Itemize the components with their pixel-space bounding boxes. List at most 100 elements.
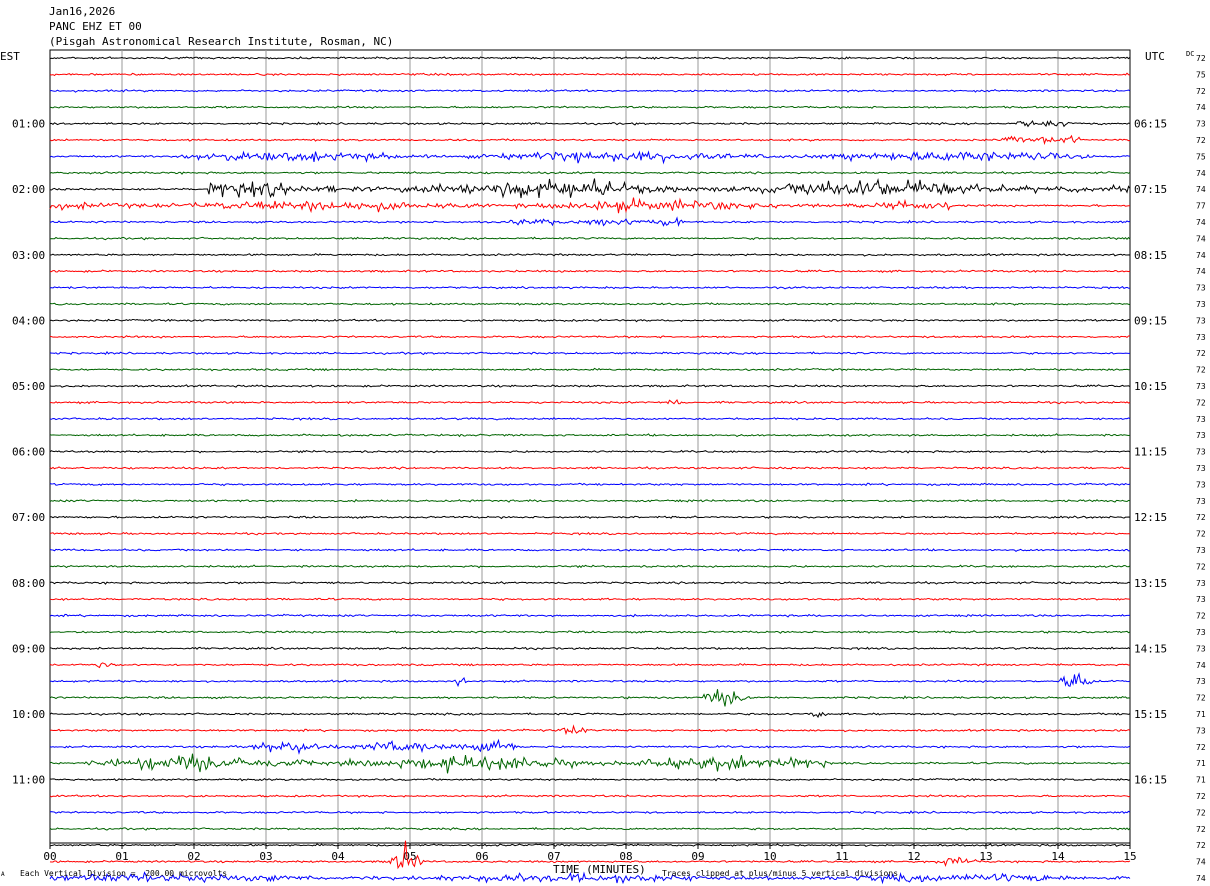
- seismic-trace: [49, 88, 1131, 93]
- dc-offset-label: 72: [1196, 530, 1206, 539]
- seismic-trace: [49, 810, 1131, 815]
- dc-offset-label: 73: [1196, 595, 1206, 604]
- seismic-trace: [49, 416, 1131, 421]
- seismic-trace: [49, 515, 1131, 520]
- dc-offset-label: 73: [1196, 316, 1206, 325]
- dc-offset-label: 75: [1196, 152, 1206, 161]
- seismic-trace: [49, 672, 1131, 688]
- helicorder-chart: 00 01 02 03 04 05 06 07 08 09 10 11 12 13 14 1572757274…: [12, 49, 1206, 885]
- dc-offset-label: 74: [1196, 234, 1206, 243]
- dc-offset-label: 72: [1196, 825, 1206, 834]
- x-axis-title: TIME (MINUTES): [553, 863, 646, 876]
- seismic-trace: [49, 711, 1131, 719]
- dc-offset-label: 72: [1196, 841, 1206, 850]
- dc-offset-label: 72: [1196, 562, 1206, 571]
- est-hour-label: 07:00: [12, 511, 45, 524]
- dc-offset-label: 73: [1196, 333, 1206, 342]
- seismic-trace: [49, 105, 1131, 110]
- seismic-trace: [49, 580, 1131, 585]
- seismic-trace: [49, 753, 1131, 774]
- dc-offset-label: 74: [1196, 218, 1206, 227]
- clip-note: Traces clipped at plus/minus 5 vertical …: [662, 869, 899, 878]
- seismic-trace: [49, 72, 1131, 77]
- seismic-trace: [49, 689, 1131, 707]
- seismic-trace: [49, 613, 1131, 618]
- dc-offset-label: 73: [1196, 415, 1206, 424]
- seismic-trace: [49, 318, 1131, 323]
- dc-offset-label: 72: [1196, 513, 1206, 522]
- dc-offset-label: 71: [1196, 759, 1206, 768]
- dc-offset-label: 72: [1196, 792, 1206, 801]
- dc-offset-label: 74: [1196, 169, 1206, 178]
- dc-offset-label: 71: [1196, 776, 1206, 785]
- dc-offset-label: 72: [1196, 694, 1206, 703]
- est-hour-label: 01:00: [12, 118, 45, 131]
- seismic-trace: [49, 564, 1131, 569]
- corner-mark: A: [1, 871, 5, 878]
- scale-note: Each Vertical Division = 200.00 microvol…: [20, 869, 228, 878]
- seismic-trace: [49, 269, 1131, 274]
- seismic-trace: [49, 738, 1131, 755]
- seismic-trace: [49, 236, 1131, 241]
- utc-hour-label: 15:15: [1134, 708, 1167, 721]
- utc-hour-label: 11:15: [1134, 446, 1167, 459]
- est-hour-label: 03:00: [12, 249, 45, 262]
- dc-offset-label: 73: [1196, 579, 1206, 588]
- est-hour-label: 04:00: [12, 314, 45, 327]
- seismic-trace: [49, 777, 1131, 782]
- dc-offset-label: 73: [1196, 677, 1206, 686]
- utc-hour-label: 10:15: [1134, 380, 1167, 393]
- x-tick-label: 04: [331, 850, 345, 863]
- dc-offset-label: 72: [1196, 366, 1206, 375]
- dc-offset-label: 74: [1196, 103, 1206, 112]
- dc-offset-label: 73: [1196, 644, 1206, 653]
- utc-hour-label: 06:15: [1134, 118, 1167, 131]
- dc-offset-label: 72: [1196, 612, 1206, 621]
- utc-hour-label: 16:15: [1134, 774, 1167, 787]
- dc-offset-label: 72: [1196, 54, 1206, 63]
- dc-offset-label: 77: [1196, 202, 1206, 211]
- seismic-trace: [49, 597, 1131, 602]
- seismic-trace: [49, 843, 1131, 847]
- utc-hour-label: 09:15: [1134, 314, 1167, 327]
- seismic-trace: [49, 170, 1131, 175]
- dc-offset-label: 74: [1196, 185, 1206, 194]
- dc-offset-label: 74: [1196, 858, 1206, 867]
- dc-offset-label: 72: [1196, 743, 1206, 752]
- seismic-trace: [49, 724, 1131, 736]
- seismic-trace: [49, 646, 1131, 651]
- plot-frame: [49, 49, 1131, 844]
- seismic-trace: [49, 285, 1131, 290]
- seismic-trace: [49, 482, 1131, 487]
- dc-offset-label: 72: [1196, 808, 1206, 817]
- seismic-trace: [49, 134, 1131, 146]
- seismic-trace: [49, 794, 1131, 798]
- utc-hour-label: 12:15: [1134, 511, 1167, 524]
- seismic-trace: [49, 548, 1131, 553]
- seismic-trace: [49, 177, 1131, 199]
- dc-offset-label: 72: [1196, 136, 1206, 145]
- dc-offset-label: 73: [1196, 628, 1206, 637]
- dc-offset-label: 74: [1196, 267, 1206, 276]
- seismic-trace: [49, 216, 1131, 228]
- dc-offset-label: 74: [1196, 661, 1206, 670]
- x-tick-label: 08: [619, 850, 632, 863]
- est-hour-label: 09:00: [12, 642, 45, 655]
- est-hour-label: 06:00: [12, 446, 45, 459]
- dc-offset-label: 73: [1196, 464, 1206, 473]
- dc-offset-label: 73: [1196, 546, 1206, 555]
- seismic-trace: [49, 302, 1131, 306]
- dc-offset-label: 74: [1196, 251, 1206, 260]
- utc-hour-label: 14:15: [1134, 642, 1167, 655]
- utc-hour-label: 08:15: [1134, 249, 1167, 262]
- dc-offset-label: 75: [1196, 70, 1206, 79]
- seismic-trace: [49, 350, 1131, 356]
- dc-offset-label: 71: [1196, 710, 1206, 719]
- seismic-trace: [49, 119, 1131, 128]
- est-hour-label: 02:00: [12, 183, 45, 196]
- seismic-trace: [49, 252, 1131, 257]
- seismic-trace: [49, 826, 1131, 831]
- dc-offset-label: 74: [1196, 874, 1206, 883]
- dc-offset-label: 73: [1196, 726, 1206, 735]
- dc-offset-label: 72: [1196, 349, 1206, 358]
